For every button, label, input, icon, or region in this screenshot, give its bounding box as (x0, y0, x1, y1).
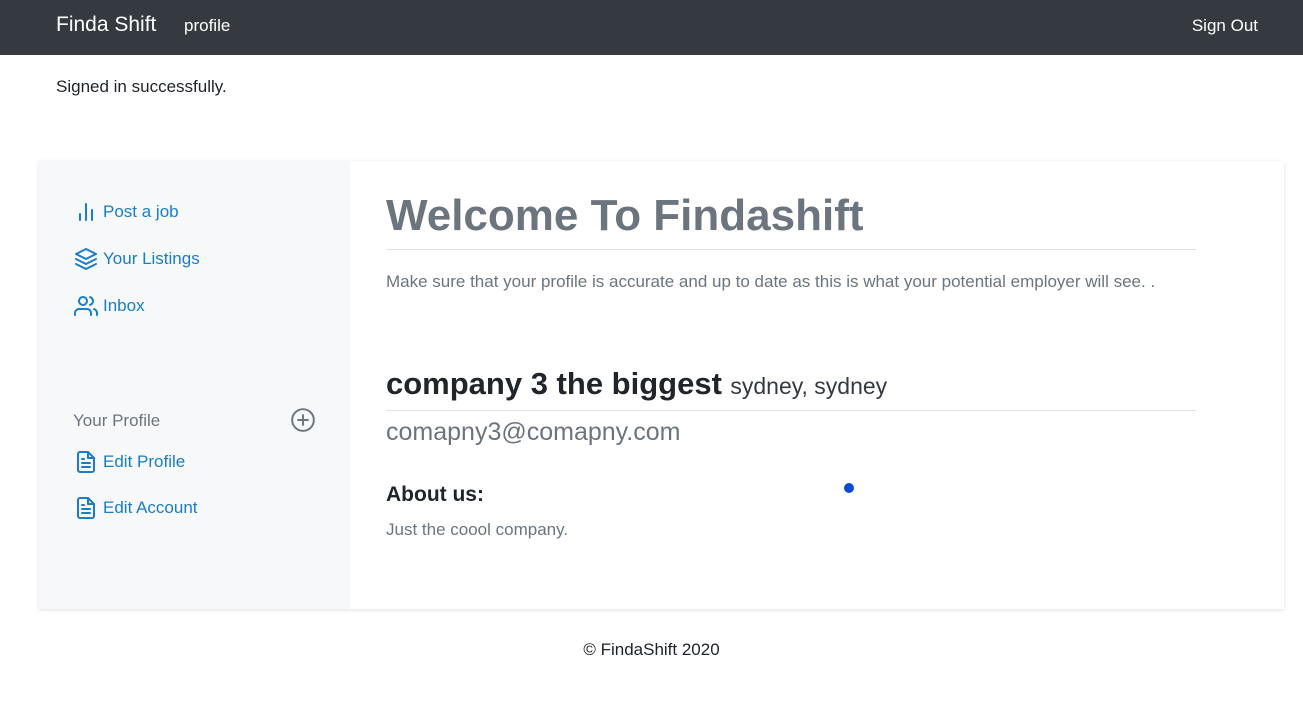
dashboard-card: Post a job Your Listings Inbox Your Prof… (39, 161, 1284, 609)
company-name: company 3 the biggest (386, 366, 722, 401)
layers-icon (73, 246, 99, 272)
file-text-icon (73, 495, 99, 521)
add-circle-icon[interactable] (290, 407, 316, 433)
main-content: Welcome To Findashift Make sure that you… (386, 161, 1196, 609)
company-location: sydney, sydney (730, 373, 888, 399)
sidebar-item-edit-profile[interactable]: Edit Profile (73, 449, 185, 475)
bar-chart-icon (73, 199, 99, 225)
sidebar-item-label: Edit Profile (103, 452, 186, 471)
sidebar-item-edit-account[interactable]: Edit Account (73, 495, 198, 521)
sign-out-link[interactable]: Sign Out (1192, 16, 1258, 36)
file-text-icon (73, 449, 99, 475)
sidebar-item-label: Edit Account (103, 498, 198, 517)
company-header: company 3 the biggest sydney, sydney (386, 366, 1196, 411)
sidebar-item-post-job[interactable]: Post a job (73, 199, 179, 225)
users-icon (73, 293, 99, 319)
brand-link[interactable]: Finda Shift (56, 13, 156, 37)
top-navbar: Finda Shift profile Sign Out (0, 0, 1303, 55)
company-email: comapny3@comapny.com (386, 418, 681, 446)
nav-profile-link[interactable]: profile (184, 16, 230, 36)
your-profile-heading: Your Profile (73, 411, 161, 430)
about-text: Just the coool company. (386, 520, 569, 539)
footer-copyright: © FindaShift 2020 (583, 640, 720, 659)
sidebar-item-label: Inbox (103, 296, 145, 315)
flash-message: Signed in successfully. (56, 77, 227, 96)
about-heading: About us: (386, 483, 484, 506)
intro-text: Make sure that your profile is accurate … (386, 272, 1156, 291)
cursor-indicator (844, 483, 854, 493)
sidebar-item-inbox[interactable]: Inbox (73, 293, 145, 319)
sidebar: Post a job Your Listings Inbox Your Prof… (39, 161, 350, 609)
sidebar-item-label: Post a job (103, 202, 179, 221)
page-title: Welcome To Findashift (386, 191, 1196, 250)
sidebar-item-your-listings[interactable]: Your Listings (73, 246, 200, 272)
sidebar-item-label: Your Listings (103, 249, 200, 268)
